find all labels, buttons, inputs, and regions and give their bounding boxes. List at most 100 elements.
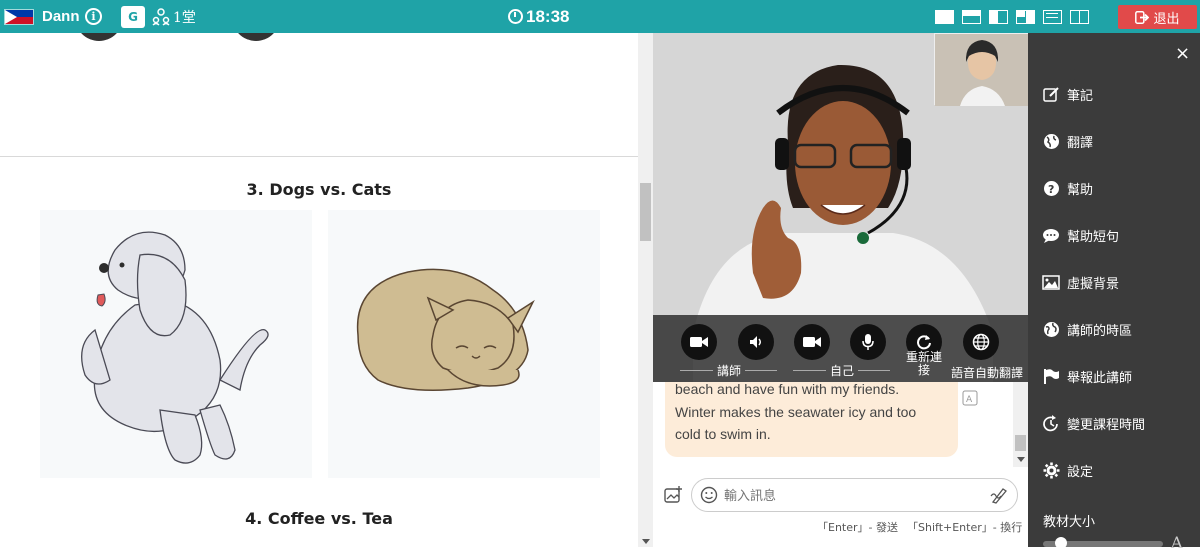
font-size-slider-handle[interactable] [1055,537,1067,549]
layout-2-icon[interactable] [962,0,981,33]
sidebar-item-notes[interactable]: 筆記 [1042,85,1093,104]
sidebar-item-help[interactable]: ? 幫助 [1042,179,1093,198]
message-line: beach and have fun with my friends. [675,381,900,397]
chat-bubble-icon [1042,227,1060,245]
layout-4-icon[interactable] [1016,0,1035,33]
material-scrollbar[interactable] [638,33,653,547]
handwriting-icon[interactable] [990,486,1010,508]
country-flag [4,0,34,33]
sidebar-item-label: 變更課程時間 [1067,418,1146,433]
teacher-line-left [680,370,713,371]
edit-icon [1042,86,1060,104]
chat-scrollbar[interactable] [1013,382,1028,467]
gear-icon [1042,462,1060,480]
username: Dann [42,8,80,25]
sidebar-item-label: 虛擬背景 [1067,277,1120,292]
chat-input-box[interactable] [691,478,1018,512]
shift-enter-hint: 「Shift+Enter」- 換行 [907,521,1023,534]
section-heading-4: 4. Coffee vs. Tea [245,509,393,528]
refresh-icon [917,335,931,350]
sidebar-item-report-teacher[interactable]: 舉報此講師 [1042,367,1132,386]
large-font-icon: A [1171,533,1183,552]
exit-button[interactable]: 退出 [1118,5,1197,29]
partial-image-top-1 [75,33,123,41]
self-label: 自己 [829,364,854,378]
sidebar-item-change-lesson-time[interactable]: 變更課程時間 [1042,414,1145,433]
globe-icon [1042,133,1060,151]
class-count: 1堂 [173,9,196,26]
flag-icon [1042,368,1060,386]
sidebar-item-label: 幫助短句 [1067,230,1120,245]
message-line: Winter makes the seawater icy and too [675,403,917,420]
question-icon: ? [1042,180,1060,198]
chat-panel: beach and have fun with my friends. Wint… [653,381,1028,547]
sidebar-item-label: 幫助 [1067,183,1094,198]
session-time: 18:38 [526,6,570,26]
sidebar-item-label: 講師的時區 [1067,324,1133,339]
info-icon[interactable]: i [85,0,102,33]
self-line-left [793,370,826,371]
cat-image [328,210,600,478]
layout-3-icon[interactable] [989,0,1008,33]
sidebar-item-help-phrases[interactable]: 幫助短句 [1042,226,1119,245]
layout-5-icon[interactable] [1043,0,1062,33]
partial-image-top-2 [232,33,280,41]
chat-message-bubble: beach and have fun with my friends. Wint… [665,381,958,457]
section-heading-3: 3. Dogs vs. Cats [246,180,392,199]
speaker-icon [750,336,761,348]
chat-scrollbar-thumb[interactable] [1015,435,1026,451]
exit-label: 退出 [1153,11,1180,27]
student-self-video [934,33,1028,106]
scroll-down-arrow-icon[interactable] [642,539,650,544]
auto-translate-button[interactable] [963,324,999,360]
teacher-line-right [745,370,777,371]
svg-text:?: ? [1048,183,1054,196]
clock-rotate-icon [1042,414,1060,433]
video-camera-icon [690,337,708,347]
clock-icon [508,9,523,24]
image-icon [1042,274,1060,292]
teacher-camera-button[interactable] [681,324,717,360]
globe-icon [972,333,990,351]
video-controls-bar: 講師 自己 重新連 接 語音自動翻譯 [653,315,1028,382]
sidebar-item-translate[interactable]: 翻譯 [1042,132,1093,151]
font-size-slider[interactable] [1043,537,1163,549]
scrollbar-thumb[interactable] [640,183,651,241]
people-icon [152,0,170,33]
sidebar-item-label: 舉報此講師 [1067,371,1133,386]
message-line: cold to swim in. [675,426,771,442]
teacher-volume-button[interactable] [738,324,774,360]
teacher-label: 講師 [716,364,741,378]
tools-sidebar: × 筆記 翻譯 ? 幫助 幫助短句 虛擬背景 講師的時區 舉報此講師 變更課程時… [1028,33,1200,552]
svg-text:A: A [966,395,973,405]
microphone-icon [862,334,874,350]
reconnect-label: 重新連 接 [905,350,942,377]
translate-icon[interactable]: G [121,0,145,33]
image-upload-icon[interactable] [664,485,684,509]
translate-message-icon[interactable]: A [962,390,978,410]
enter-hint: 「Enter」- 發送 [817,521,898,534]
section-divider [0,156,638,157]
video-camera-icon [803,337,821,347]
sidebar-item-label: 筆記 [1067,89,1094,104]
dog-image [40,210,312,478]
lesson-material: 3. Dogs vs. Cats 4. Coffee vs. Tea [0,33,638,547]
sidebar-item-label: 設定 [1067,465,1094,480]
close-icon[interactable]: × [1175,43,1190,64]
message-input[interactable] [724,485,964,507]
layout-1-icon[interactable] [935,0,954,33]
sidebar-item-label: 翻譯 [1067,136,1094,151]
sidebar-item-virtual-background[interactable]: 虛擬背景 [1042,273,1119,292]
chat-scroll-down-icon[interactable] [1017,457,1025,462]
sidebar-item-teacher-timezone[interactable]: 講師的時區 [1042,320,1132,339]
auto-translate-label: 語音自動翻譯 [950,366,1023,380]
font-size-label: 教材大小 [1043,515,1096,530]
top-bar: Dann i G 1堂 18:38 退出 [0,0,1200,33]
exit-icon [1135,10,1150,24]
self-camera-button[interactable] [794,324,830,360]
emoji-icon[interactable] [700,486,718,508]
layout-6-icon[interactable] [1070,0,1089,33]
self-microphone-button[interactable] [850,324,886,360]
sidebar-item-settings[interactable]: 設定 [1042,461,1093,480]
clock: 18:38 [508,0,569,33]
